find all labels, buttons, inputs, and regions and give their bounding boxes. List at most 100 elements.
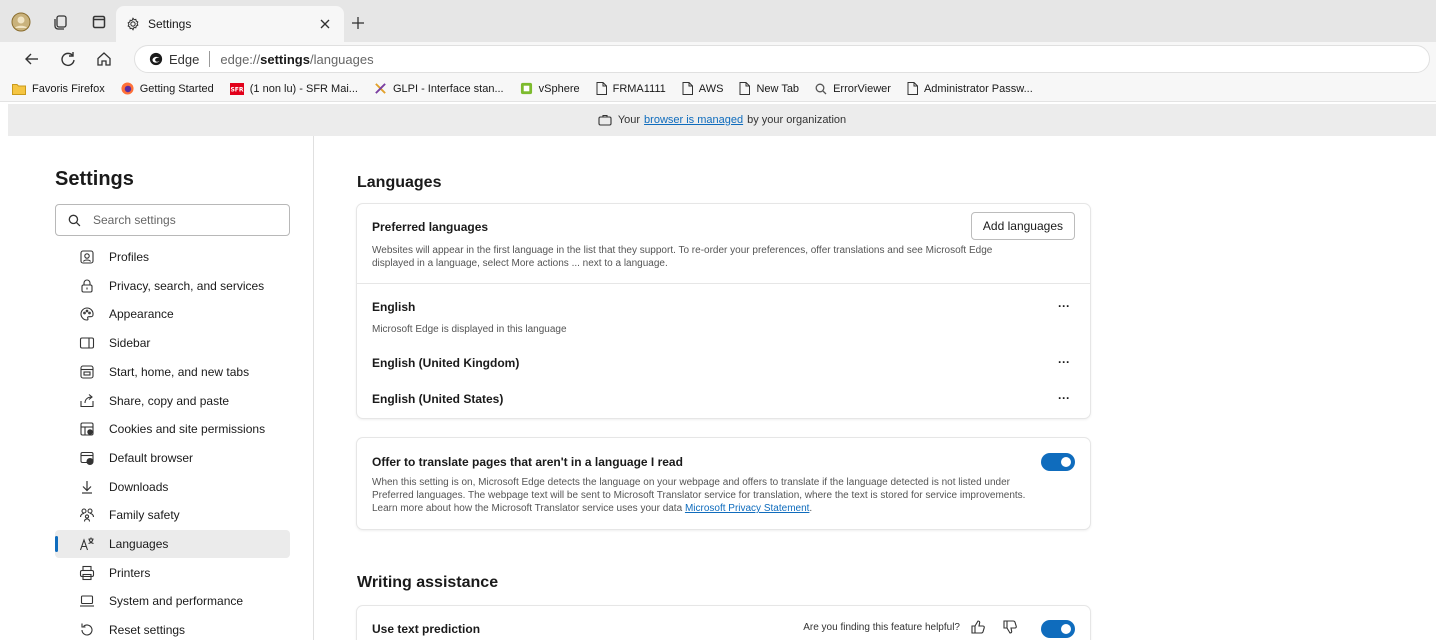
sidebar-item-label: Start, home, and new tabs	[109, 364, 250, 379]
sidebar-item-family-safety[interactable]: Family safety	[55, 501, 290, 529]
sidebar-item-cookies-and-site-permissions[interactable]: Cookies and site permissions	[55, 415, 290, 443]
search-icon	[815, 83, 827, 95]
language-item[interactable]: English Microsoft Edge is displayed in t…	[372, 298, 1075, 335]
sidebar-title: Settings	[55, 168, 134, 190]
download-icon	[79, 479, 95, 495]
printer-icon	[79, 565, 95, 581]
sidebar-item-languages[interactable]: Languages	[55, 530, 290, 558]
sidebar-item-system-and-performance[interactable]: System and performance	[55, 587, 290, 615]
vsphere-icon	[520, 82, 533, 95]
sidebar-item-label: Languages	[109, 537, 169, 551]
privacy-statement-link[interactable]: Microsoft Privacy Statement	[685, 503, 809, 514]
language-subtitle: Microsoft Edge is displayed in this lang…	[372, 324, 567, 335]
sidebar-item-label: Profiles	[109, 250, 150, 264]
edge-logo-icon	[149, 52, 163, 66]
appearance-icon	[79, 306, 95, 322]
close-tab-icon[interactable]	[316, 15, 334, 33]
translate-title: Offer to translate pages that aren't in …	[372, 455, 683, 469]
share-icon	[79, 393, 95, 409]
add-languages-button[interactable]: Add languages	[970, 212, 1075, 240]
favorite-item[interactable]: FRMA1111	[596, 82, 666, 95]
sidebar-item-sidebar[interactable]: Sidebar	[55, 329, 290, 357]
sidebar-item-label: Sidebar	[109, 336, 151, 351]
sidebar-item-appearance[interactable]: Appearance	[55, 300, 290, 328]
sidebar-item-label: Downloads	[109, 479, 169, 494]
favorite-item[interactable]: Administrator Passw...	[907, 82, 1033, 95]
favorite-item[interactable]: ErrorViewer	[815, 83, 891, 95]
favorite-item[interactable]: Favoris Firefox	[12, 83, 105, 95]
address-separator	[209, 51, 211, 67]
search-placeholder: Search settings	[93, 213, 176, 227]
svg-text:SFR: SFR	[230, 86, 243, 93]
language-item[interactable]: English (United Kingdom) ···	[372, 354, 1075, 370]
address-bar[interactable]: Edge edge://settings/languages	[134, 45, 1430, 73]
search-icon	[68, 214, 81, 227]
profile-avatar-icon[interactable]	[8, 9, 34, 35]
search-input[interactable]: Search settings	[55, 204, 290, 236]
language-item[interactable]: English (United States) ···	[372, 390, 1075, 406]
browser-managed-link[interactable]: browser is managed	[644, 114, 743, 126]
workspaces-icon[interactable]	[48, 9, 74, 35]
language-name: English	[372, 300, 416, 314]
tab-settings[interactable]: Settings	[116, 6, 344, 42]
thumbs-down-icon[interactable]	[1002, 619, 1018, 635]
text-prediction-toggle[interactable]	[1041, 620, 1075, 638]
sfr-icon: SFR	[229, 82, 244, 95]
sidebar-item-printers[interactable]: Printers	[55, 559, 290, 587]
sidebar-item-label: Privacy, search, and services	[109, 278, 265, 293]
sidebar-item-label: System and performance	[109, 594, 244, 609]
writing-assistance-heading: Writing assistance	[357, 574, 499, 591]
sidebar-item-downloads[interactable]: Downloads	[55, 473, 290, 501]
firefox-icon	[121, 82, 134, 95]
favorite-item[interactable]: AWS	[682, 82, 723, 95]
sidebar-item-label: Printers	[109, 565, 151, 580]
thumbs-up-icon[interactable]	[970, 619, 986, 635]
new-tab-button[interactable]	[346, 11, 370, 35]
favorite-item[interactable]: Getting Started	[121, 82, 214, 95]
page-icon	[596, 82, 607, 95]
text-prediction-card: Use text prediction Are you finding this…	[357, 606, 1090, 640]
profile-icon	[79, 249, 95, 265]
glpi-icon	[374, 82, 387, 95]
tab-strip: Settings	[0, 0, 1436, 42]
tab-title: Settings	[148, 17, 192, 31]
page-icon	[739, 82, 751, 95]
url-prefix: edge://	[220, 51, 261, 67]
more-actions-button[interactable]: ···	[1053, 354, 1075, 370]
sidebar-item-profiles[interactable]: Profiles	[55, 243, 290, 271]
managed-banner: Your browser is managed by your organiza…	[8, 104, 1436, 136]
address-toolbar: Edge edge://settings/languages	[0, 42, 1436, 76]
url-host: settings	[260, 51, 310, 67]
language-name: English (United States)	[372, 392, 504, 406]
languages-heading: Languages	[357, 174, 442, 191]
more-actions-button[interactable]: ···	[1053, 298, 1075, 314]
tab-actions-icon[interactable]	[86, 9, 112, 35]
home-button[interactable]	[92, 47, 116, 71]
more-actions-button[interactable]: ···	[1053, 390, 1075, 406]
sidebar-item-label: Share, copy and paste	[109, 393, 230, 408]
sidebar-item-default-browser[interactable]: Default browser	[55, 444, 290, 472]
preferred-languages-description: Websites will appear in the first langua…	[372, 245, 993, 269]
sidebar-item-start-home-and-new-tabs[interactable]: Start, home, and new tabs	[55, 358, 290, 386]
back-button[interactable]	[20, 47, 44, 71]
page-icon	[682, 82, 693, 95]
favorite-item[interactable]: SFR (1 non lu) - SFR Mai...	[229, 82, 358, 95]
languages-icon	[79, 536, 95, 552]
refresh-button[interactable]	[56, 47, 80, 71]
sidebar-item-label: Family safety	[109, 508, 180, 523]
page-icon	[907, 82, 918, 95]
sidebar-item-privacy-search-and-services[interactable]: Privacy, search, and services	[55, 272, 290, 300]
language-name: English (United Kingdom)	[372, 356, 520, 370]
family-icon	[79, 507, 95, 523]
reset-icon	[79, 622, 95, 638]
favorite-item[interactable]: New Tab	[739, 82, 799, 95]
gear-icon	[126, 17, 140, 31]
sidebar-item-share-copy-and-paste[interactable]: Share, copy and paste	[55, 387, 290, 415]
translate-toggle[interactable]	[1041, 453, 1075, 471]
text-prediction-title: Use text prediction	[372, 622, 481, 636]
preferred-languages-title: Preferred languages	[372, 220, 489, 234]
sidebar-item-label: Default browser	[109, 450, 194, 465]
favorite-item[interactable]: vSphere	[520, 82, 580, 95]
card-divider	[357, 283, 1090, 284]
favorite-item[interactable]: GLPI - Interface stan...	[374, 82, 504, 95]
